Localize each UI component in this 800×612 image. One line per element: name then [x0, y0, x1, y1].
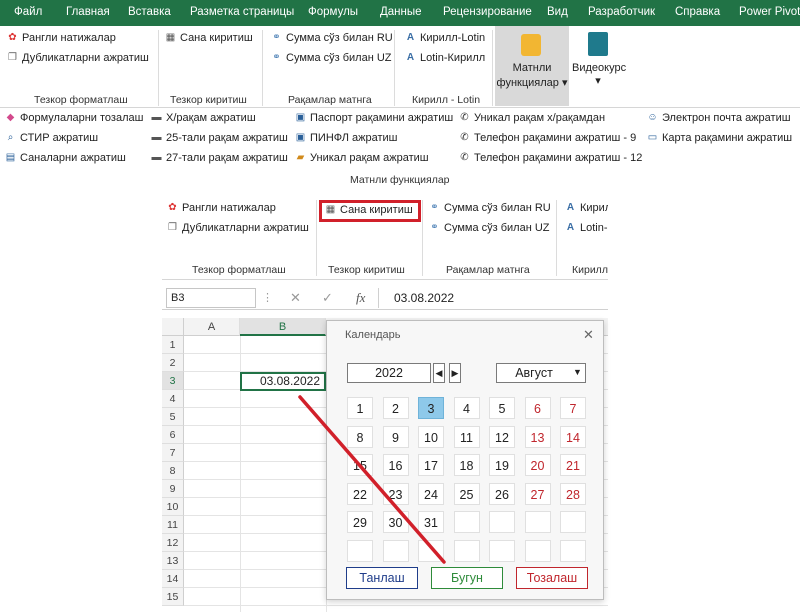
annotation-arrow [298, 395, 446, 564]
